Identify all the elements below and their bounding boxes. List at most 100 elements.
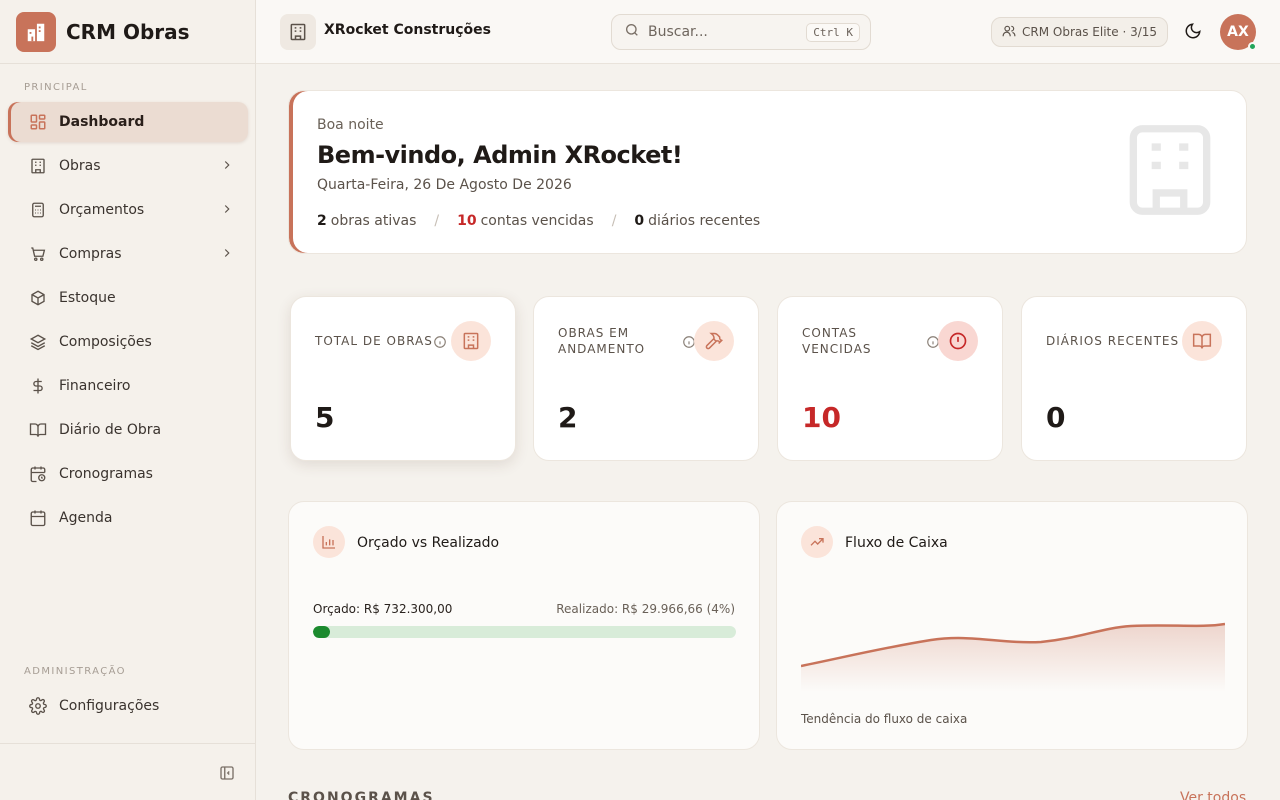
search-shortcut-badge: Ctrl K <box>806 23 860 42</box>
building-watermark-icon <box>1115 115 1225 229</box>
sidebar-collapse-icon[interactable] <box>218 764 236 786</box>
cash-flow-trend-chart <box>801 622 1225 692</box>
chevron-right-icon <box>220 158 234 176</box>
welcome-card: Boa noite Bem-vindo, Admin XRocket! Quar… <box>288 90 1247 254</box>
trending-up-icon <box>801 526 833 558</box>
kpi-label: CONTAS VENCIDAS <box>802 325 872 357</box>
company-name[interactable]: XRocket Construções <box>324 22 491 38</box>
sidebar-item-composicoes[interactable]: Composições <box>8 322 248 362</box>
search-input[interactable] <box>648 24 798 40</box>
calendar-clock-icon <box>28 464 48 484</box>
sidebar-item-cronogramas[interactable]: Cronogramas <box>8 454 248 494</box>
sidebar-item-label: Agenda <box>59 510 113 526</box>
building-icon <box>451 321 491 361</box>
stat-value: 0 <box>634 213 645 229</box>
sidebar-item-compras[interactable]: Compras <box>8 234 248 274</box>
sidebar-item-label: Obras <box>59 158 101 174</box>
calculator-icon <box>28 200 48 220</box>
see-all-link[interactable]: Ver todos <box>1180 790 1246 800</box>
company-building-icon <box>280 14 316 50</box>
sidebar: CRM Obras PRINCIPAL Dashboard Obras Orça… <box>0 0 256 800</box>
box-icon <box>28 288 48 308</box>
stat-separator: / <box>611 213 617 229</box>
dollar-icon <box>28 376 48 396</box>
kpi-label: TOTAL DE OBRAS <box>315 334 433 348</box>
kpi-diarios-recentes[interactable]: DIÁRIOS RECENTES 0 <box>1021 296 1247 461</box>
sidebar-item-label: Cronogramas <box>59 466 153 482</box>
kpi-label: OBRAS EM ANDAMENTO <box>558 325 645 357</box>
chevron-right-icon <box>220 246 234 264</box>
plan-label: CRM Obras Elite · 3/15 <box>1022 25 1158 39</box>
top-header: XRocket Construções Ctrl K CRM Obras Eli… <box>256 0 1280 64</box>
kpi-contas-vencidas[interactable]: CONTAS VENCIDAS 10 <box>777 296 1003 461</box>
sidebar-item-estoque[interactable]: Estoque <box>8 278 248 318</box>
summary-stats: 2 obras ativas / 10 contas vencidas / 0 … <box>317 213 760 229</box>
calendar-icon <box>28 508 48 528</box>
kpi-label-line: VENCIDAS <box>802 342 872 356</box>
theme-toggle-moon-icon[interactable] <box>1184 22 1202 44</box>
kpi-value: 10 <box>802 401 841 434</box>
sidebar-item-label: Orçamentos <box>59 202 145 218</box>
section-label-admin: ADMINISTRAÇÃO <box>24 666 126 677</box>
kpi-label-line: ANDAMENTO <box>558 342 646 356</box>
sidebar-admin-nav: Configurações <box>8 686 248 730</box>
sidebar-item-diario-de-obra[interactable]: Diário de Obra <box>8 410 248 450</box>
grid-icon <box>28 112 48 132</box>
sidebar-item-label: Composições <box>59 334 152 350</box>
greeting: Boa noite <box>317 117 384 133</box>
sidebar-divider <box>0 743 255 744</box>
gear-icon <box>28 696 48 716</box>
hammer-icon <box>694 321 734 361</box>
kpi-obras-em-andamento[interactable]: OBRAS EM ANDAMENTO 2 <box>533 296 759 461</box>
cash-flow-caption: Tendência do fluxo de caixa <box>801 712 968 726</box>
sidebar-item-label: Configurações <box>59 698 160 714</box>
plan-badge[interactable]: CRM Obras Elite · 3/15 <box>991 17 1169 47</box>
kpi-total-obras[interactable]: TOTAL DE OBRAS 5 <box>290 296 516 461</box>
book-icon <box>1182 321 1222 361</box>
current-date: Quarta-Feira, 26 De Agosto De 2026 <box>317 177 572 193</box>
kpi-label-line: CONTAS <box>802 326 858 340</box>
cart-icon <box>28 244 48 264</box>
stat-separator: / <box>434 213 440 229</box>
kpi-value: 0 <box>1046 401 1066 434</box>
building-icon <box>28 156 48 176</box>
bar-chart-icon <box>313 526 345 558</box>
budgeted-amount: Orçado: R$ 732.300,00 <box>313 602 453 616</box>
budget-progress-bar <box>313 626 736 638</box>
stat-value: 2 <box>317 213 327 229</box>
budget-vs-actual-panel: Orçado vs Realizado Orçado: R$ 732.300,0… <box>288 501 760 750</box>
stat-label: obras ativas <box>330 213 417 229</box>
sidebar-item-configuracoes[interactable]: Configurações <box>8 686 248 726</box>
sidebar-item-dashboard[interactable]: Dashboard <box>8 102 248 142</box>
sidebar-item-label: Estoque <box>59 290 116 306</box>
stat-label: contas vencidas <box>480 213 594 229</box>
sidebar-item-label: Financeiro <box>59 378 131 394</box>
chevron-right-icon <box>220 202 234 220</box>
stat-label: diários recentes <box>648 213 761 229</box>
search-icon <box>624 22 640 42</box>
layers-icon <box>28 332 48 352</box>
kpi-value: 5 <box>315 401 335 434</box>
sidebar-item-obras[interactable]: Obras <box>8 146 248 186</box>
brand-name: CRM Obras <box>66 19 190 44</box>
sidebar-item-financeiro[interactable]: Financeiro <box>8 366 248 406</box>
panel-title: Fluxo de Caixa <box>845 535 948 551</box>
kpi-value: 2 <box>558 401 578 434</box>
info-icon[interactable] <box>433 334 447 353</box>
kpi-label-line: OBRAS EM <box>558 326 630 340</box>
book-icon <box>28 420 48 440</box>
cronogramas-section-heading: CRONOGRAMAS <box>288 790 435 800</box>
sidebar-item-orcamentos[interactable]: Orçamentos <box>8 190 248 230</box>
brand[interactable]: CRM Obras <box>0 0 255 64</box>
welcome-title: Bem-vindo, Admin XRocket! <box>317 141 683 169</box>
sidebar-item-agenda[interactable]: Agenda <box>8 498 248 538</box>
budget-progress-fill <box>313 626 330 638</box>
panel-title: Orçado vs Realizado <box>357 535 500 551</box>
section-label-principal: PRINCIPAL <box>24 82 88 93</box>
online-status-dot <box>1248 42 1257 51</box>
search-box[interactable]: Ctrl K <box>611 14 871 50</box>
sidebar-item-label: Compras <box>59 246 122 262</box>
cash-flow-panel: Fluxo de Caixa Tendência do fluxo de cai… <box>776 501 1248 750</box>
stat-value: 10 <box>457 213 477 229</box>
sidebar-item-label: Dashboard <box>59 114 145 130</box>
